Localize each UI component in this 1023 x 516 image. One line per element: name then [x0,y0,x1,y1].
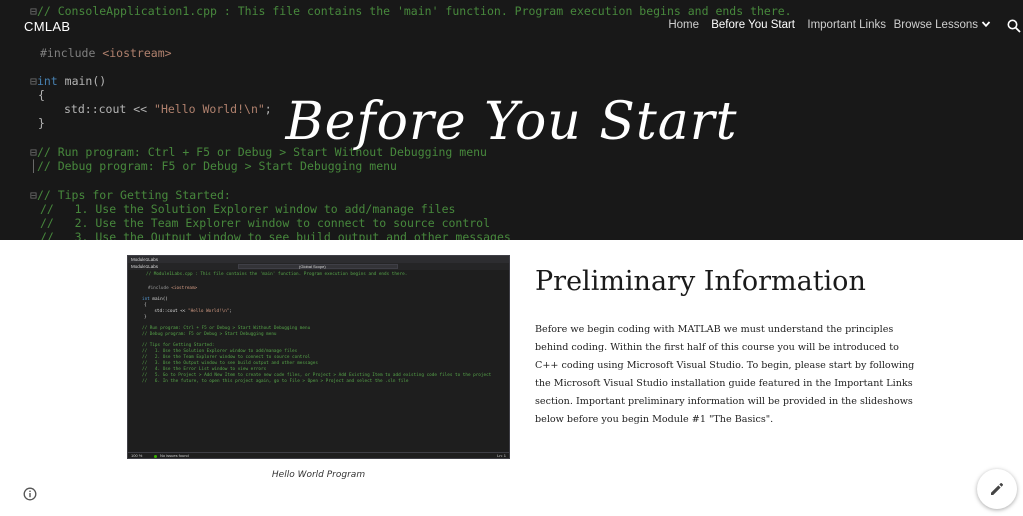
ss-code-line: // Debug program: F5 or Debug > Start De… [142,332,277,337]
ss-code-string: "Hello World!\n" [187,309,230,314]
ss-code-line: } [144,315,147,320]
section-heading: Preliminary Information [535,266,866,297]
site-title[interactable]: CMLAB [24,19,70,34]
ss-code-line: // Module1Labs.cpp : This file contains … [146,272,408,277]
ss-code-text: ; [229,309,232,314]
screenshot-scope-label: (Global Scope) [299,264,326,269]
screenshot-title: Module1Labs [131,257,159,262]
search-icon[interactable] [1007,19,1021,33]
ss-code-text: #include [148,286,172,291]
ss-code-keyword: int [142,297,150,302]
info-icon[interactable] [23,487,37,501]
check-icon [154,454,157,458]
ss-status-issues: No issues found [160,453,189,458]
ss-code-line: // 3. Use the Output window to see build… [142,361,318,366]
ss-code-line: // Run program: Ctrl + F5 or Debug > Sta… [142,326,311,331]
nav-item-before-you-start[interactable]: Before You Start [711,19,795,31]
ss-code-text: main() [149,297,168,302]
ss-code-line: #include <iostream> [148,286,197,291]
section-body: Before we begin coding with MATLAB we mu… [535,324,915,425]
screenshot-tab: Module1Labs [131,264,159,269]
hero-banner: ⊟// ConsoleApplication1.cpp : This file … [0,0,1023,240]
ss-status-line: Ln: 1 [497,453,506,458]
ss-code-line: { [144,303,147,308]
ss-code-line: // Tips for Getting Started: [142,343,215,348]
screenshot-scope-dropdown: (Global Scope) [238,264,398,269]
ss-code-line: // 5. Go to Project > Add New Item to cr… [142,373,492,378]
ss-status-zoom: 100 % [131,453,143,458]
ss-code-line: // 2. Use the Team Explorer window to co… [142,355,311,360]
ss-code-line: // 1. Use the Solution Explorer window t… [142,349,298,354]
screenshot-statusbar: 100 % No issues found Ln: 1 [128,452,509,458]
screenshot-titlebar: Module1Labs [128,256,509,263]
nav-item-browse-lessons[interactable]: Browse Lessons [894,19,991,31]
nav-item-important-links[interactable]: Important Links [807,19,886,31]
chevron-down-icon [981,21,991,28]
pencil-icon [991,482,1004,495]
ss-code-line: std::cout << "Hello World!\n"; [144,309,232,314]
ss-code-text: std::cout << [144,309,188,314]
ss-code-text: <iostream> [171,286,198,291]
page-title: Before You Start [285,92,738,152]
screenshot-tabbar: Module1Labs (Global Scope) [128,263,509,270]
ss-code-line: int main() [142,297,168,302]
nav-item-label: Browse Lessons [893,19,978,31]
ss-code-line: // 4. Use the Error List window to view … [142,367,267,372]
figure-caption: Hello World Program [271,470,366,480]
ss-code-line: // 6. In the future, to open this projec… [142,379,409,384]
hello-world-screenshot: Module1Labs Module1Labs (Global Scope) /… [127,255,510,459]
edit-button[interactable] [977,469,1017,509]
nav-item-home[interactable]: Home [668,19,699,31]
